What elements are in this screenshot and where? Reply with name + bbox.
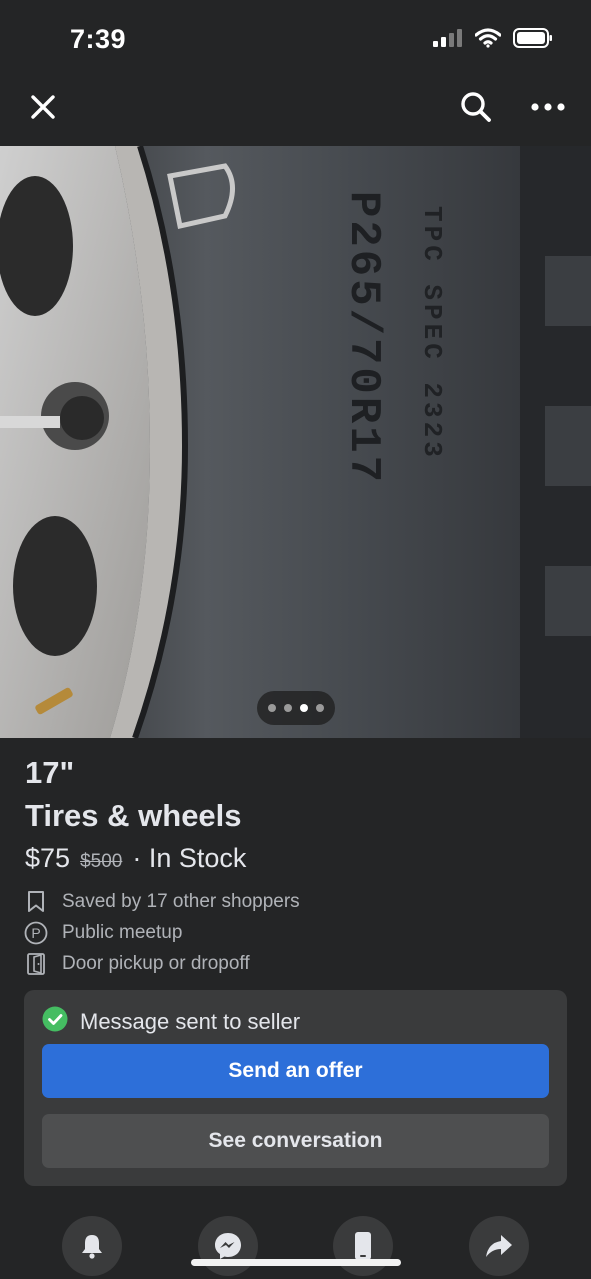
search-icon[interactable] bbox=[455, 86, 497, 128]
phone-icon[interactable] bbox=[333, 1216, 393, 1276]
sidewall-text-spec: TPC SPEC 2323 bbox=[417, 206, 447, 461]
carousel-dot-active bbox=[300, 704, 308, 712]
listing-title-line1: 17" bbox=[25, 755, 75, 790]
carousel-dot bbox=[268, 704, 276, 712]
svg-text:P: P bbox=[31, 925, 40, 941]
listing-photo[interactable]: TPC SPEC 2323 P265/70R17 bbox=[0, 146, 591, 738]
top-bar bbox=[0, 78, 591, 146]
wifi-icon bbox=[474, 28, 502, 53]
close-icon[interactable] bbox=[22, 86, 64, 128]
public-meetup-icon: P bbox=[24, 921, 48, 945]
status-icons bbox=[433, 28, 553, 53]
detail-meetup-text: Public meetup bbox=[62, 922, 183, 943]
door-icon bbox=[24, 952, 48, 976]
listing-title-line2: Tires & wheels bbox=[25, 798, 242, 833]
cellular-signal-icon bbox=[433, 29, 463, 52]
bottom-action-bar bbox=[0, 1196, 591, 1279]
bookmark-icon bbox=[24, 890, 48, 914]
status-bar: 7:39 bbox=[0, 0, 591, 78]
messenger-icon[interactable] bbox=[198, 1216, 258, 1276]
sidewall-text-size: P265/70R17 bbox=[338, 191, 388, 485]
bell-icon[interactable] bbox=[62, 1216, 122, 1276]
check-circle-icon bbox=[42, 1006, 68, 1038]
more-icon[interactable] bbox=[527, 86, 569, 128]
home-indicator[interactable] bbox=[191, 1259, 401, 1266]
see-conversation-button[interactable]: See conversation bbox=[42, 1114, 549, 1168]
detail-meetup: P Public meetup bbox=[24, 921, 182, 945]
message-card: Message sent to seller Send an offer See… bbox=[24, 990, 567, 1186]
original-price: $500 bbox=[80, 851, 123, 872]
detail-saved: Saved by 17 other shoppers bbox=[24, 890, 300, 914]
battery-icon bbox=[513, 28, 553, 53]
status-time: 7:39 bbox=[70, 24, 127, 54]
detail-pickup-text: Door pickup or dropoff bbox=[62, 953, 250, 974]
detail-pickup: Door pickup or dropoff bbox=[24, 952, 250, 976]
carousel-dot bbox=[284, 704, 292, 712]
carousel-dot bbox=[316, 704, 324, 712]
message-status-text: Message sent to seller bbox=[80, 1009, 301, 1034]
message-status: Message sent to seller bbox=[42, 1006, 300, 1038]
send-offer-button[interactable]: Send an offer bbox=[42, 1044, 549, 1098]
detail-saved-text: Saved by 17 other shoppers bbox=[62, 891, 300, 912]
share-icon[interactable] bbox=[469, 1216, 529, 1276]
listing-price: $75 bbox=[25, 843, 71, 873]
carousel-indicator[interactable] bbox=[257, 691, 335, 725]
availability: · In Stock bbox=[132, 843, 247, 873]
price-row: $75 $500 · In Stock bbox=[25, 843, 246, 874]
